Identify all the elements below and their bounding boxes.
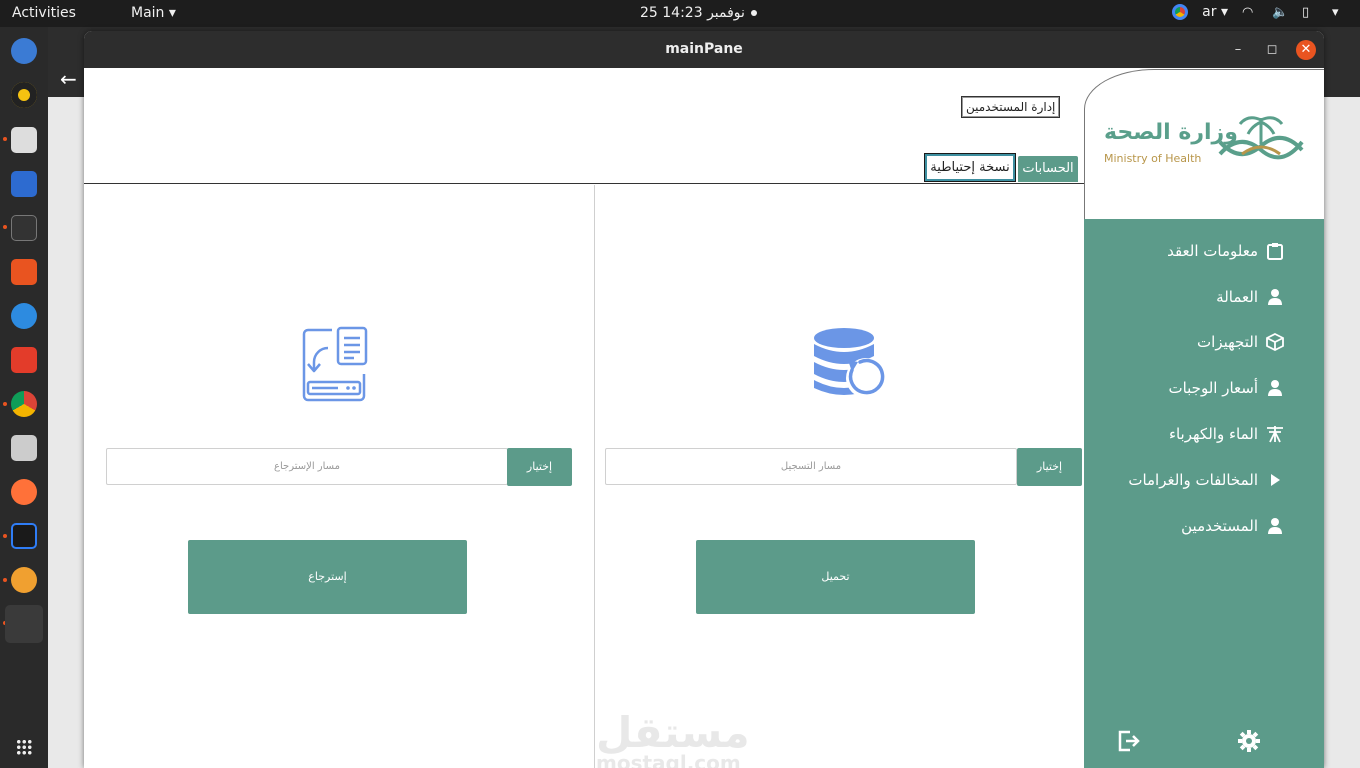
clock[interactable]: 25 نوفمبر 14:23 xyxy=(640,5,790,21)
sidebar-item-label: التجهيزات xyxy=(1197,333,1258,351)
notification-dot xyxy=(750,10,757,16)
sidebar-item-meal-prices[interactable]: أسعار الوجبات xyxy=(1168,376,1284,400)
logo-english-text: Ministry of Health xyxy=(1104,152,1202,165)
tower-icon xyxy=(1267,426,1283,443)
dock xyxy=(0,27,48,768)
writer-icon[interactable] xyxy=(11,171,37,197)
box-icon xyxy=(1266,333,1284,351)
sidebar-item-equipment[interactable]: التجهيزات xyxy=(1197,330,1284,354)
wifi-icon[interactable]: ◠ xyxy=(1242,5,1258,20)
software-icon[interactable] xyxy=(11,259,37,285)
window-title: mainPane xyxy=(665,41,743,57)
minimize-button[interactable]: – xyxy=(1228,40,1248,60)
backup-path-field[interactable]: مسار التسجيل xyxy=(605,448,1017,485)
play-icon xyxy=(1271,474,1280,486)
clock-text: 25 نوفمبر 14:23 xyxy=(640,5,745,21)
app-menu-label: Main xyxy=(131,5,165,21)
rhythmbox-icon[interactable] xyxy=(11,82,37,108)
chrome-tray-icon[interactable] xyxy=(1172,4,1189,20)
app-icon[interactable] xyxy=(11,567,37,593)
show-apps-icon[interactable] xyxy=(16,739,32,755)
watermark-arabic: مستقل xyxy=(596,708,750,757)
restore-button[interactable]: إسترجاع xyxy=(188,540,467,614)
running-indicator xyxy=(3,534,7,538)
power-menu-icon[interactable]: ▾ xyxy=(1332,5,1348,20)
terminal-icon[interactable] xyxy=(11,215,37,241)
language-label: ar xyxy=(1202,4,1217,20)
search-app-icon[interactable] xyxy=(11,435,37,461)
back-arrow-icon[interactable]: ← xyxy=(60,67,77,91)
panel-divider xyxy=(594,185,595,768)
help-icon[interactable] xyxy=(11,303,37,329)
watermark-latin: mostaql.com xyxy=(596,751,741,768)
watermark: مستقل mostaql.com xyxy=(596,708,750,768)
restore-path-field[interactable]: مسار الإسترجاع xyxy=(106,448,508,485)
logout-icon[interactable] xyxy=(1116,729,1140,753)
intellij-icon[interactable] xyxy=(11,523,37,549)
tab-accounts[interactable]: الحسابات xyxy=(1018,156,1078,182)
sidebar-item-label: أسعار الوجبات xyxy=(1168,379,1258,397)
file-restore-icon xyxy=(302,326,368,402)
sidebar-item-users[interactable]: المستخدمين xyxy=(1181,514,1284,538)
user-icon xyxy=(1268,380,1282,396)
database-restore-icon xyxy=(814,328,886,398)
running-indicator xyxy=(3,402,7,406)
user-icon xyxy=(1268,518,1282,534)
sidebar-item-violations[interactable]: المخالفات والغرامات xyxy=(1128,468,1284,492)
files-icon[interactable] xyxy=(11,127,37,153)
running-indicator xyxy=(3,578,7,582)
running-indicator xyxy=(3,225,7,229)
firefox-icon[interactable] xyxy=(11,479,37,505)
activities-button[interactable]: Activities xyxy=(12,5,76,21)
language-indicator[interactable]: ar ▾ xyxy=(1202,4,1228,20)
moh-palm-logo-icon xyxy=(1218,116,1304,160)
backup-choose-button[interactable]: إختيار xyxy=(1017,448,1082,486)
volume-icon[interactable]: 🔈 xyxy=(1272,5,1288,20)
sidebar-item-labor[interactable]: العمالة xyxy=(1216,285,1284,309)
clipboard-icon xyxy=(1267,243,1283,260)
sidebar-item-label: المستخدمين xyxy=(1181,517,1258,535)
system-tray: ar ▾ ◠ 🔈 ▯ ▾ xyxy=(1172,4,1348,20)
anydesk-icon[interactable] xyxy=(11,347,37,373)
tab-divider xyxy=(84,183,1084,184)
sidebar-item-contract-info[interactable]: معلومات العقد xyxy=(1167,239,1284,263)
manage-users-button[interactable]: إدارة المستخدمين xyxy=(961,96,1061,118)
download-button[interactable]: تحميل xyxy=(696,540,975,614)
battery-icon[interactable]: ▯ xyxy=(1302,5,1318,20)
close-button[interactable]: ✕ xyxy=(1296,40,1316,60)
top-bar: Activities Main ▾ 25 نوفمبر 14:23 ar ▾ ◠… xyxy=(0,0,1360,27)
restore-choose-button[interactable]: إختيار xyxy=(507,448,572,486)
running-indicator xyxy=(3,137,7,141)
thunderbird-icon[interactable] xyxy=(11,38,37,64)
maximize-button[interactable]: ◻ xyxy=(1262,40,1282,60)
active-app-icon[interactable] xyxy=(5,605,43,643)
settings-gear-icon[interactable] xyxy=(1237,729,1261,753)
chrome-icon[interactable] xyxy=(11,391,37,417)
main-window: mainPane – ◻ ✕ إدارة المستخدمين الحسابات… xyxy=(84,31,1324,768)
sidebar: معلومات العقد العمالة التجهيزات أسعار ال… xyxy=(1084,219,1324,768)
tab-backup[interactable]: نسخة إحتياطية xyxy=(924,153,1016,182)
app-menu[interactable]: Main ▾ xyxy=(131,5,176,21)
sidebar-item-label: المخالفات والغرامات xyxy=(1128,471,1258,489)
sidebar-item-label: العمالة xyxy=(1216,288,1258,306)
content-area: إدارة المستخدمين الحسابات نسخة إحتياطية xyxy=(84,68,1324,768)
sidebar-item-label: الماء والكهرباء xyxy=(1168,425,1258,443)
sidebar-item-water-electricity[interactable]: الماء والكهرباء xyxy=(1169,422,1284,446)
user-icon xyxy=(1268,289,1282,305)
title-bar: mainPane – ◻ ✕ xyxy=(84,31,1324,68)
sidebar-item-label: معلومات العقد xyxy=(1167,242,1258,260)
